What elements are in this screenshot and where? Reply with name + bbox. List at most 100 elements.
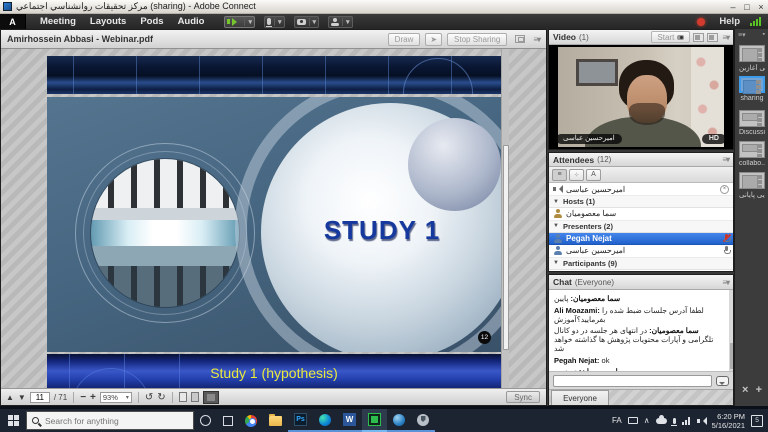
- language-indicator[interactable]: FA: [612, 416, 622, 425]
- taskbar-browser-app[interactable]: [387, 409, 411, 432]
- stop-sharing-button[interactable]: Stop Sharing: [447, 33, 507, 46]
- layout-thumbnail[interactable]: [739, 141, 765, 158]
- fullscreen-icon[interactable]: [515, 35, 525, 43]
- pointer-button[interactable]: ➤: [425, 33, 442, 46]
- speaker-button[interactable]: ▾: [224, 16, 255, 28]
- attendee-row-host[interactable]: سما معصومیان: [549, 208, 733, 221]
- attendees-pod-header[interactable]: Attendees (12) ≡▾: [549, 153, 733, 167]
- taskbar-word[interactable]: W: [337, 409, 362, 432]
- layout-thumbnail[interactable]: [739, 172, 765, 189]
- presenters-group-header[interactable]: ▼ Presenters (2): [549, 221, 733, 233]
- hosts-group-header[interactable]: ▼ Hosts (1): [549, 196, 733, 208]
- dismiss-speaker-icon[interactable]: ×: [720, 185, 729, 194]
- microphone-button[interactable]: ▾: [264, 16, 285, 28]
- chat-input[interactable]: [553, 375, 712, 387]
- menu-pods[interactable]: Pods: [140, 16, 163, 27]
- page-up-button[interactable]: ▲: [6, 393, 14, 402]
- rotate-left-button[interactable]: ↺: [145, 392, 153, 403]
- chat-pod-header[interactable]: Chat (Everyone) ≡▾: [549, 275, 733, 290]
- notification-center-icon[interactable]: 5: [751, 415, 763, 427]
- share-pod: Amirhossein Abbasi - Webinar.pdf Draw ➤ …: [0, 29, 547, 406]
- attendees-pod-menu-icon[interactable]: ≡▾: [722, 155, 729, 164]
- help-menu[interactable]: Help: [719, 16, 740, 27]
- menu-layouts[interactable]: Layouts: [90, 16, 126, 27]
- menu-meeting[interactable]: Meeting: [40, 16, 76, 27]
- chat-scrollbar[interactable]: [729, 290, 733, 371]
- close-button[interactable]: ×: [754, 2, 768, 12]
- taskbar-active-app[interactable]: [362, 409, 387, 432]
- layout-item-discussion[interactable]: Discussion: [739, 110, 765, 136]
- layout-thumbnail[interactable]: [739, 110, 765, 127]
- minimize-button[interactable]: –: [726, 2, 740, 12]
- video-pod-menu-icon[interactable]: ≡▾: [722, 33, 729, 42]
- onedrive-icon[interactable]: [656, 418, 667, 424]
- sync-button[interactable]: Sync: [506, 391, 540, 403]
- delete-layout-icon[interactable]: ×: [742, 384, 748, 396]
- task-view-button[interactable]: [217, 409, 239, 432]
- filmstrip-view-icon[interactable]: [693, 33, 704, 42]
- layouts-pin-icon[interactable]: ▪: [763, 31, 765, 38]
- fit-page-icon[interactable]: [179, 392, 187, 402]
- fit-width-icon[interactable]: [191, 392, 199, 402]
- network-icon[interactable]: [682, 417, 691, 425]
- taskbar-clock[interactable]: 6:20 PM 5/16/2021: [712, 412, 745, 430]
- mic-blocked-icon: [724, 234, 729, 243]
- keyboard-icon[interactable]: [628, 417, 638, 424]
- tray-microphone-icon[interactable]: [673, 418, 676, 424]
- status-view-button[interactable]: A: [586, 169, 601, 181]
- add-layout-icon[interactable]: +: [756, 384, 762, 396]
- taskbar-chrome[interactable]: [239, 409, 263, 432]
- attendee-row-selected[interactable]: Pegah Nejat: [549, 233, 733, 246]
- thumbnails-panel-button[interactable]: [203, 391, 219, 404]
- taskbar-search[interactable]: [26, 411, 194, 430]
- layout-item-closing[interactable]: پذیرایی پایانی: [739, 172, 765, 199]
- start-button[interactable]: [0, 409, 26, 432]
- taskbar-photoshop[interactable]: Ps: [288, 409, 313, 432]
- video-pod-title: Video: [553, 32, 576, 42]
- webcam-button[interactable]: ▾: [294, 16, 320, 28]
- menu-audio[interactable]: Audio: [178, 16, 205, 27]
- share-pod-header[interactable]: Amirhossein Abbasi - Webinar.pdf Draw ➤ …: [1, 30, 546, 49]
- attendee-row-presenter[interactable]: امیرحسین عباسی: [549, 245, 733, 258]
- cortana-button[interactable]: [194, 409, 217, 432]
- video-pod-header[interactable]: Video (1) Start ≡▾: [549, 30, 733, 45]
- chat-pod-menu-icon[interactable]: ≡▾: [722, 278, 729, 287]
- search-input[interactable]: [43, 415, 173, 427]
- start-webcam-button[interactable]: Start: [651, 31, 690, 43]
- grid-view-icon[interactable]: [707, 33, 718, 42]
- share-scrollbar[interactable]: [501, 49, 509, 388]
- zoom-out-button[interactable]: −: [80, 392, 86, 403]
- layout-item-opening[interactable]: پذیرایی آغازین: [739, 45, 765, 72]
- speaker-dropdown[interactable]: ▾: [244, 18, 252, 26]
- taskbar-edge[interactable]: [313, 409, 337, 432]
- attendee-list-view-button[interactable]: ≡: [552, 169, 567, 181]
- layout-item-collaboration[interactable]: collabo...: [739, 141, 765, 167]
- attendee-row-participant[interactable]: Ali Moazami: [549, 270, 733, 273]
- maximize-button[interactable]: □: [740, 2, 754, 12]
- status-dropdown[interactable]: ▾: [342, 18, 350, 26]
- webcam-dropdown[interactable]: ▾: [309, 18, 317, 26]
- draw-button[interactable]: Draw: [388, 33, 421, 46]
- taskbar-security-app[interactable]: [411, 409, 435, 432]
- breakout-view-button[interactable]: ⁘: [569, 169, 584, 181]
- microphone-dropdown[interactable]: ▾: [274, 18, 282, 26]
- hidden-icons-chevron[interactable]: ∧: [644, 416, 650, 425]
- page-down-button[interactable]: ▼: [18, 393, 26, 402]
- tab-everyone[interactable]: Everyone: [551, 390, 609, 405]
- send-message-icon[interactable]: [716, 376, 729, 386]
- page-number-input[interactable]: [30, 392, 50, 403]
- volume-icon[interactable]: [697, 417, 706, 425]
- taskbar-file-explorer[interactable]: [263, 409, 288, 432]
- status-button[interactable]: ▾: [328, 16, 353, 28]
- rotate-right-button[interactable]: ↻: [157, 392, 165, 403]
- layout-thumbnail[interactable]: [739, 45, 765, 62]
- zoom-in-button[interactable]: +: [90, 392, 96, 403]
- share-pod-menu-icon[interactable]: ≡▾: [533, 35, 540, 44]
- zoom-level-select[interactable]: 93% ▾: [100, 392, 132, 403]
- layouts-menu-icon[interactable]: ≡▾: [738, 31, 746, 39]
- connection-signal-icon[interactable]: [750, 17, 761, 26]
- layout-item-sharing[interactable]: sharing: [739, 76, 765, 102]
- participants-group-header[interactable]: ▼ Participants (9): [549, 258, 733, 270]
- share-scrollbar-thumb[interactable]: [503, 145, 509, 350]
- layout-thumbnail-selected[interactable]: [739, 76, 765, 93]
